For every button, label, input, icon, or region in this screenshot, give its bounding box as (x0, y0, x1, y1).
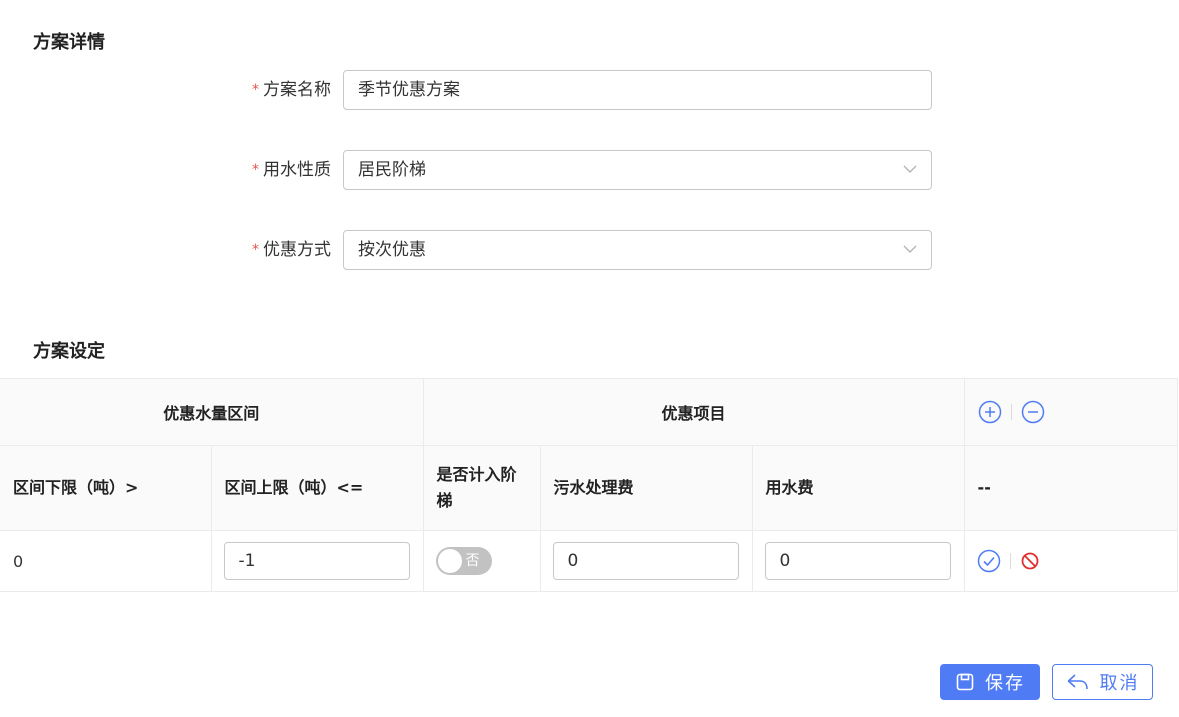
discount-method-value: 按次优惠 (358, 240, 426, 260)
tiered-switch[interactable]: 否 (435, 547, 492, 575)
col-header-upper: 区间上限（吨）<= (211, 445, 424, 531)
water-nature-label-text: 用水性质 (263, 160, 331, 180)
col-header-ops: -- (964, 445, 1178, 531)
required-mark: * (252, 242, 259, 258)
upper-limit-input[interactable] (223, 542, 410, 580)
plan-name-input[interactable] (358, 72, 931, 108)
reply-icon (1067, 674, 1088, 690)
save-label: 保存 (985, 673, 1025, 694)
sewage-fee-input[interactable] (552, 542, 739, 580)
col-header-sewage: 污水处理费 (540, 445, 753, 531)
add-row-icon[interactable] (978, 400, 1002, 424)
sewage-fee-cell (540, 530, 753, 592)
remove-row-icon[interactable] (1021, 400, 1045, 424)
save-icon (956, 673, 974, 691)
chevron-down-icon (903, 165, 917, 173)
group-header-items: 优惠项目 (423, 378, 965, 446)
plan-name-label: * 方案名称 (252, 70, 331, 110)
water-fee-input[interactable] (764, 542, 951, 580)
plan-name-label-text: 方案名称 (263, 80, 331, 100)
confirm-check-icon[interactable] (977, 549, 1001, 573)
save-button[interactable]: 保存 (940, 664, 1040, 700)
upper-limit-cell (211, 530, 424, 592)
switch-knob (437, 549, 462, 573)
section-title-settings: 方案设定 (33, 341, 105, 362)
table-row: 0 否 (0, 530, 1178, 592)
required-mark: * (252, 162, 259, 178)
tiered-cell: 否 (423, 530, 541, 592)
required-mark: * (252, 82, 259, 98)
discount-table: 优惠水量区间 优惠项目 区间下限（吨）> 区间上限（吨）<= 是否计入阶梯 污水… (0, 378, 1178, 592)
cancel-ban-icon[interactable] (1020, 551, 1040, 571)
plan-edit-page: 方案详情 *方案名称 *用水性质 居民阶梯 *优惠方式 按次优惠 方案设定 优惠… (0, 0, 1179, 717)
chevron-down-icon (903, 245, 917, 253)
switch-text: 否 (465, 553, 480, 569)
plan-name-field[interactable] (343, 70, 932, 110)
discount-method-label: * 优惠方式 (252, 230, 331, 270)
cancel-label: 取消 (1099, 673, 1140, 694)
group-header-range: 优惠水量区间 (0, 378, 424, 446)
row-actions-cell (964, 530, 1178, 592)
divider (1009, 553, 1011, 569)
water-nature-select[interactable]: 居民阶梯 (343, 150, 932, 190)
row-actions-header (964, 378, 1178, 446)
discount-method-label-text: 优惠方式 (263, 240, 331, 260)
water-nature-row: * 用水性质 居民阶梯 (0, 150, 1179, 190)
col-header-water-fee: 用水费 (752, 445, 965, 531)
water-nature-value: 居民阶梯 (358, 160, 426, 180)
col-header-lower: 区间下限（吨）> (0, 445, 212, 531)
discount-method-row: * 优惠方式 按次优惠 (0, 230, 1179, 270)
cancel-button[interactable]: 取消 (1052, 664, 1153, 700)
discount-method-select[interactable]: 按次优惠 (343, 230, 932, 270)
plan-name-row: * 方案名称 (0, 70, 1179, 110)
divider (1010, 404, 1012, 420)
col-header-tiered: 是否计入阶梯 (423, 445, 541, 531)
section-title-details: 方案详情 (33, 32, 105, 53)
lower-limit-cell: 0 (0, 530, 212, 592)
water-nature-label: * 用水性质 (252, 150, 331, 190)
water-fee-cell (752, 530, 965, 592)
